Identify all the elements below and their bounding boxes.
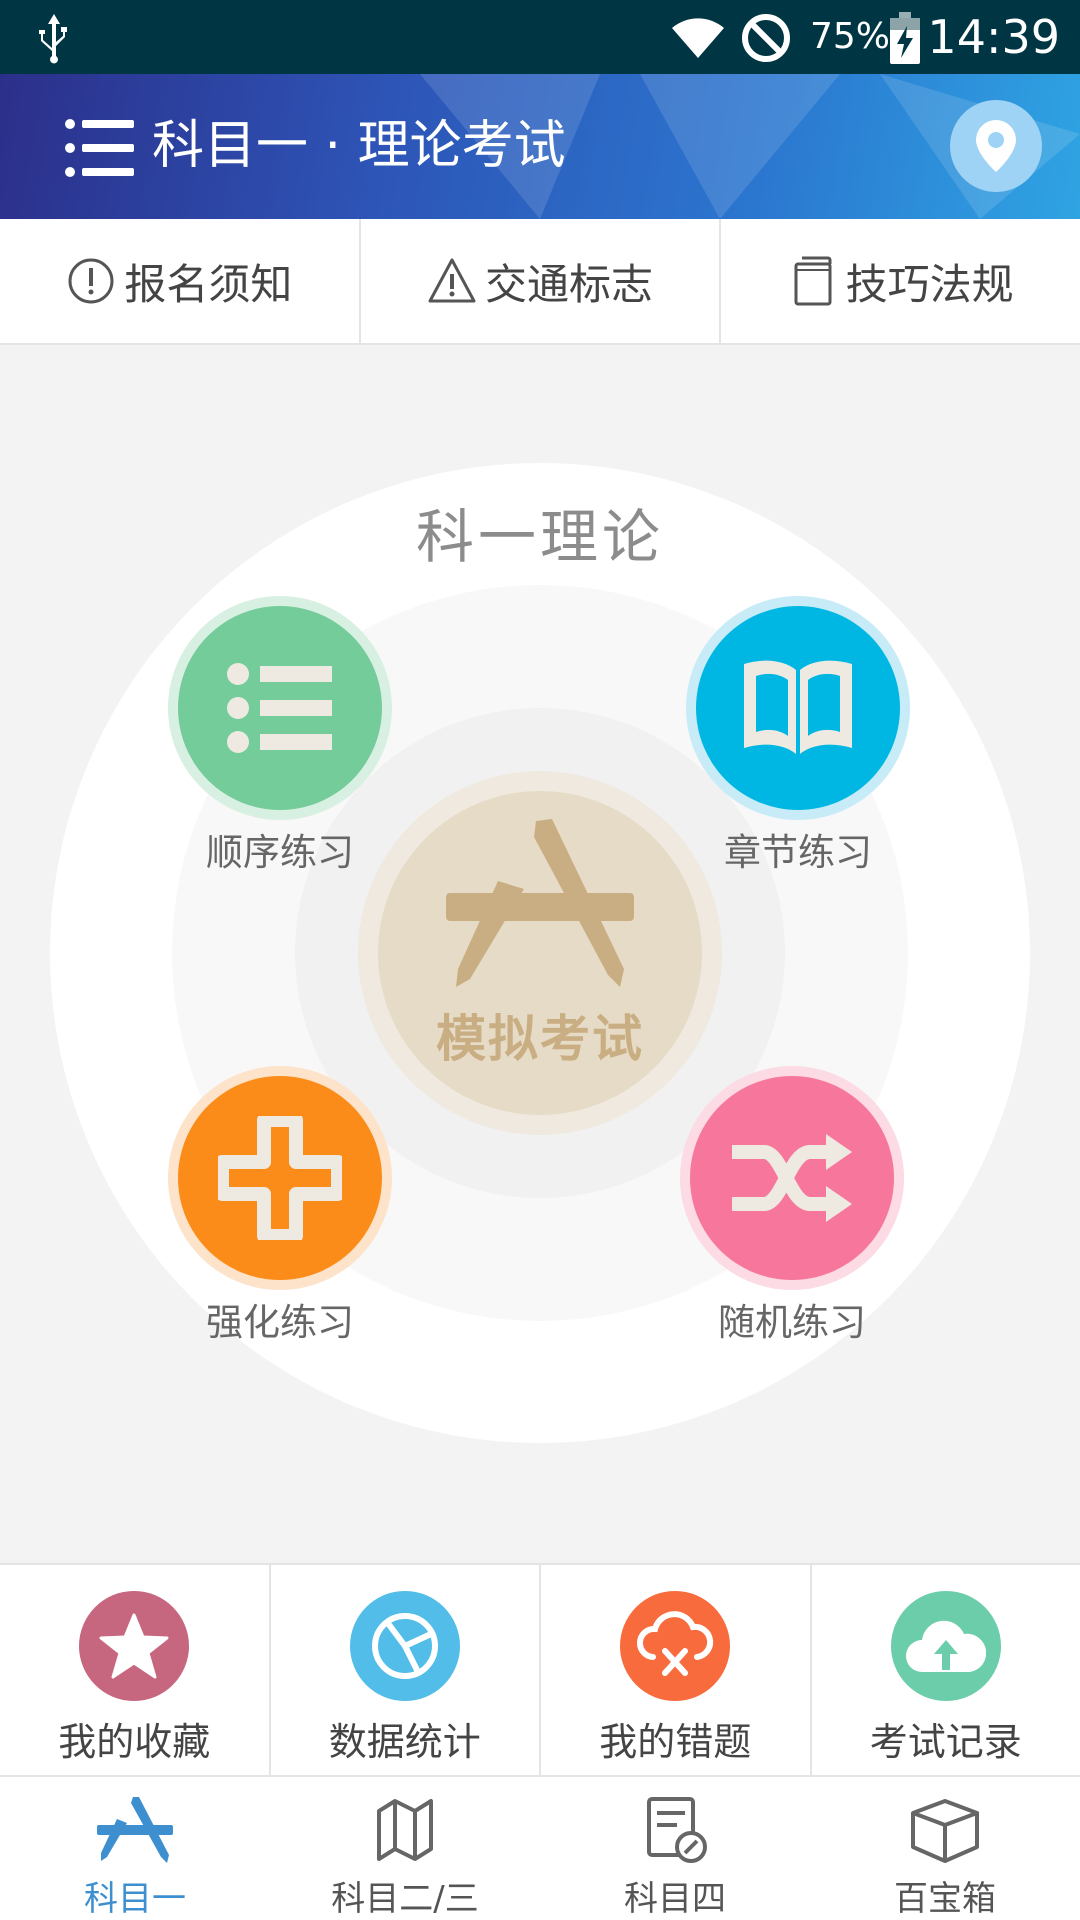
plus-icon <box>218 1116 342 1240</box>
battery-percent: 75% <box>810 16 891 57</box>
do-not-disturb-icon <box>742 14 790 62</box>
mock-exam-button[interactable]: 模拟考试 <box>378 791 702 1115</box>
statistics-button[interactable]: 数据统计 <box>271 1565 541 1775</box>
location-pin-icon <box>976 120 1016 172</box>
nav-subject-one[interactable]: 科目一 <box>0 1777 270 1920</box>
app-header: 科目一 · 理论考试 <box>0 74 1080 219</box>
intensive-practice-label: 强化练习 <box>206 1301 354 1344</box>
status-bar: 75% 14:39 <box>0 0 1080 74</box>
records-icon-disc <box>890 1591 1001 1701</box>
nav-subject-four[interactable]: 科目四 <box>540 1777 810 1920</box>
quick-action-label: 我的收藏 <box>58 1720 211 1764</box>
app-store-a-icon <box>446 819 634 987</box>
sequential-practice-disc <box>178 606 382 810</box>
location-button[interactable] <box>950 100 1042 192</box>
map-icon <box>377 1799 433 1861</box>
intensive-practice-disc <box>178 1076 382 1280</box>
tab-label: 技巧法规 <box>845 259 1014 309</box>
favorites-icon-disc <box>79 1591 190 1701</box>
page-title: 科目一 · 理论考试 <box>152 116 566 176</box>
open-book-icon <box>744 660 852 754</box>
star-icon <box>99 1613 169 1679</box>
mock-exam-label: 模拟考试 <box>436 1010 644 1068</box>
clock: 14:39 <box>927 10 1060 64</box>
shuffle-icon <box>732 1134 852 1222</box>
random-practice-label: 随机练习 <box>718 1301 866 1344</box>
quick-action-label: 我的错题 <box>599 1720 752 1764</box>
tab-registration-notice[interactable]: 报名须知 <box>0 219 361 343</box>
nav-treasure-box[interactable]: 百宝箱 <box>810 1777 1080 1920</box>
random-practice-disc <box>690 1076 894 1280</box>
nav-subject-two-three[interactable]: 科目二/三 <box>270 1777 540 1920</box>
exam-records-button[interactable]: 考试记录 <box>812 1565 1080 1775</box>
wifi-icon <box>672 18 724 59</box>
nav-label: 百宝箱 <box>894 1879 996 1919</box>
book-icon <box>794 256 832 306</box>
warning-triangle-icon <box>428 258 476 303</box>
box-icon <box>911 1799 979 1863</box>
nav-label: 科目二/三 <box>331 1879 479 1919</box>
battery-charging-icon <box>890 12 920 64</box>
cloud-upload-icon <box>905 1620 986 1672</box>
list-icon <box>227 663 332 753</box>
menu-list-icon[interactable] <box>64 118 136 178</box>
tab-label: 交通标志 <box>485 259 654 309</box>
usb-icon <box>39 14 67 64</box>
sequential-practice-label: 顺序练习 <box>206 831 354 874</box>
bottom-navigation: 科目一 科目二/三 科目四 百宝箱 <box>0 1777 1080 1920</box>
tab-label: 报名须知 <box>124 259 293 309</box>
chapter-practice-disc <box>696 606 900 810</box>
quick-action-label: 数据统计 <box>328 1720 481 1764</box>
wheel-title: 科一理论 <box>415 503 664 571</box>
nav-label: 科目一 <box>84 1879 186 1919</box>
nav-label: 科目四 <box>624 1879 726 1919</box>
cloud-error-icon <box>637 1611 714 1676</box>
info-circle-icon <box>68 258 114 304</box>
tab-traffic-signs[interactable]: 交通标志 <box>361 219 722 343</box>
my-favorites-button[interactable]: 我的收藏 <box>0 1565 271 1775</box>
mistakes-icon-disc <box>620 1591 731 1701</box>
tab-tips-regulations[interactable]: 技巧法规 <box>721 219 1080 343</box>
pie-chart-icon <box>371 1613 438 1679</box>
quick-actions: 我的收藏 数据统计 我的错题 考试记录 <box>0 1563 1080 1777</box>
quick-action-label: 考试记录 <box>869 1720 1022 1764</box>
chapter-practice-label: 章节练习 <box>724 831 872 874</box>
top-tabs: 报名须知 交通标志 技巧法规 <box>0 219 1080 345</box>
document-edit-icon <box>647 1797 707 1863</box>
statistics-icon-disc <box>349 1591 460 1701</box>
my-mistakes-button[interactable]: 我的错题 <box>541 1565 812 1775</box>
app-store-a-icon <box>97 1797 173 1863</box>
